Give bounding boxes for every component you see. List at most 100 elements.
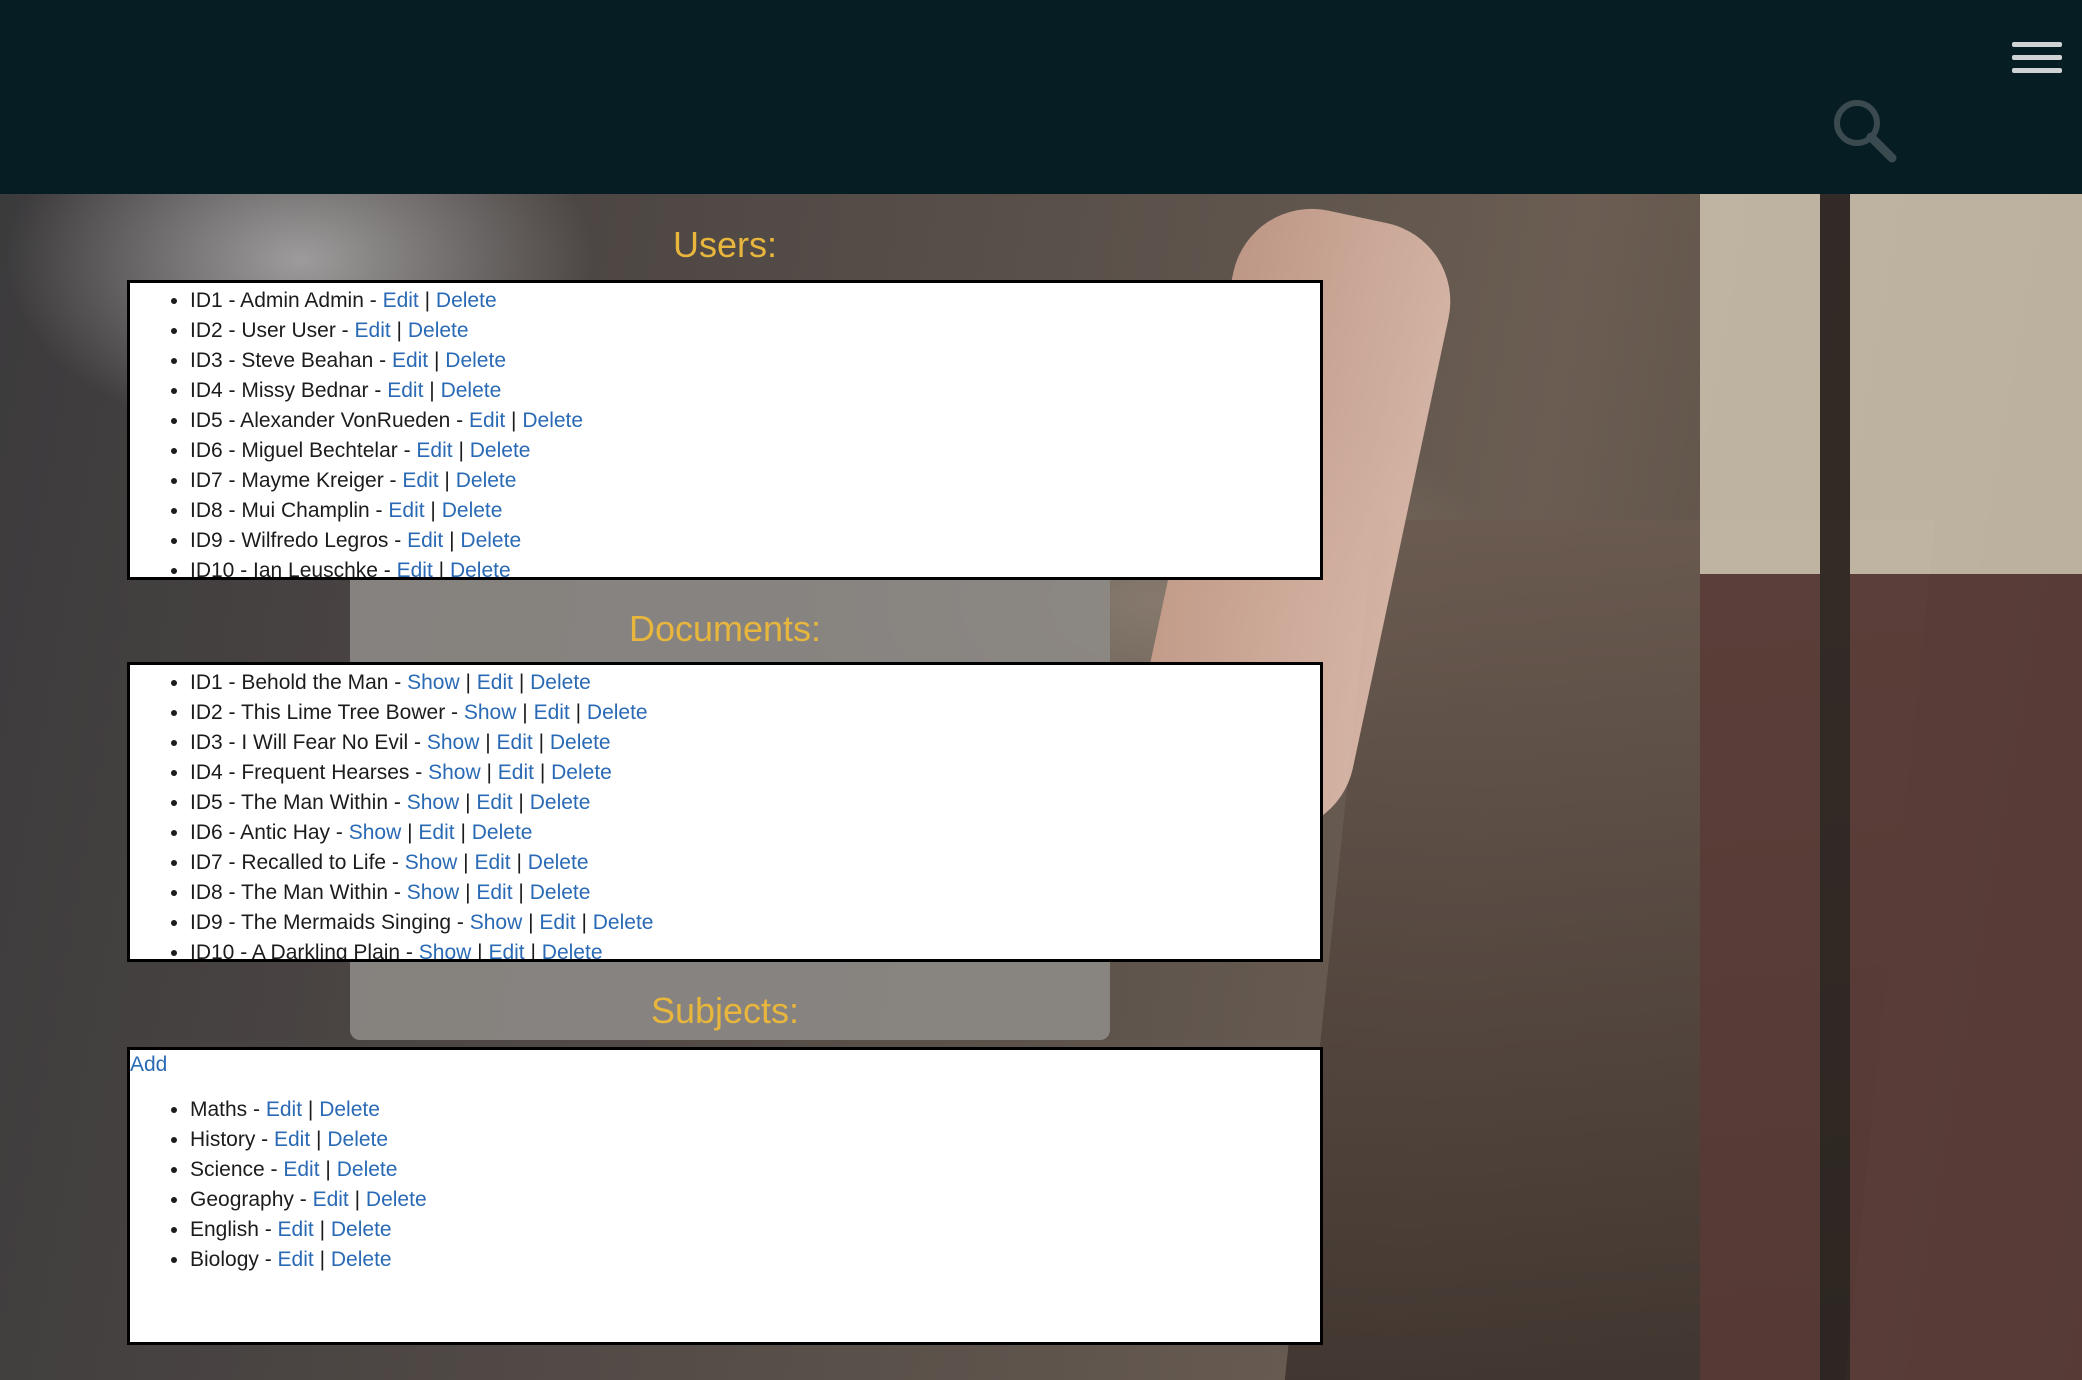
show-link[interactable]: Show xyxy=(349,821,402,844)
search-icon[interactable] xyxy=(1830,96,1900,166)
link-separator: | xyxy=(465,791,471,814)
delete-link[interactable]: Delete xyxy=(587,701,648,724)
link-separator: | xyxy=(530,941,536,962)
edit-link[interactable]: Edit xyxy=(278,1218,314,1241)
edit-link[interactable]: Edit xyxy=(402,469,438,492)
documents-list-item: ID9 - The Mermaids Singing - Show | Edit… xyxy=(190,908,1320,938)
users-item-label: ID4 - Missy Bednar - xyxy=(190,379,388,402)
edit-link[interactable]: Edit xyxy=(418,821,454,844)
show-link[interactable]: Show xyxy=(407,791,460,814)
delete-link[interactable]: Delete xyxy=(319,1098,380,1121)
documents-panel: ID1 - Behold the Man - Show | Edit | Del… xyxy=(127,662,1323,962)
delete-link[interactable]: Delete xyxy=(551,761,612,784)
menu-bar xyxy=(2012,42,2062,47)
subjects-list-item: Geography - Edit | Delete xyxy=(190,1185,1320,1215)
edit-link[interactable]: Edit xyxy=(497,731,533,754)
delete-link[interactable]: Delete xyxy=(327,1128,388,1151)
edit-link[interactable]: Edit xyxy=(274,1128,310,1151)
link-separator: | xyxy=(430,499,436,522)
edit-link[interactable]: Edit xyxy=(397,559,433,577)
delete-link[interactable]: Delete xyxy=(460,529,521,552)
edit-link[interactable]: Edit xyxy=(388,499,424,522)
delete-link[interactable]: Delete xyxy=(522,409,583,432)
edit-link[interactable]: Edit xyxy=(469,409,505,432)
delete-link[interactable]: Delete xyxy=(331,1218,392,1241)
edit-link[interactable]: Edit xyxy=(488,941,524,959)
delete-link[interactable]: Delete xyxy=(366,1188,427,1211)
delete-link[interactable]: Delete xyxy=(542,941,603,959)
show-link[interactable]: Show xyxy=(464,701,517,724)
delete-link[interactable]: Delete xyxy=(408,319,469,342)
link-separator: | xyxy=(518,671,525,694)
hamburger-menu-icon[interactable] xyxy=(2012,42,2062,78)
edit-link[interactable]: Edit xyxy=(355,319,391,342)
delete-link[interactable]: Delete xyxy=(528,851,589,874)
subjects-item-label: Maths - xyxy=(190,1098,266,1121)
link-separator: | xyxy=(485,731,491,754)
edit-link[interactable]: Edit xyxy=(266,1098,302,1121)
documents-list-item: ID5 - The Man Within - Show | Edit | Del… xyxy=(190,788,1320,818)
edit-link[interactable]: Edit xyxy=(498,761,534,784)
edit-link[interactable]: Edit xyxy=(313,1188,349,1211)
users-list-item: ID6 - Miguel Bechtelar - Edit | Delete xyxy=(190,436,1320,466)
edit-link[interactable]: Edit xyxy=(477,671,513,694)
delete-link[interactable]: Delete xyxy=(530,791,591,814)
subjects-panel: Add Maths - Edit | DeleteHistory - Edit … xyxy=(127,1047,1323,1345)
show-link[interactable]: Show xyxy=(419,941,472,959)
link-separator: | xyxy=(465,671,471,694)
edit-link[interactable]: Edit xyxy=(534,701,570,724)
delete-link[interactable]: Delete xyxy=(470,439,531,462)
edit-link[interactable]: Edit xyxy=(476,881,512,904)
subjects-section-title: Subjects: xyxy=(650,990,800,1031)
show-link[interactable]: Show xyxy=(428,761,481,784)
edit-link[interactable]: Edit xyxy=(539,911,575,934)
delete-link[interactable]: Delete xyxy=(436,289,497,312)
subjects-list-item: Biology - Edit | Delete xyxy=(190,1245,1320,1275)
edit-link[interactable]: Edit xyxy=(416,439,452,462)
delete-link[interactable]: Delete xyxy=(331,1248,392,1271)
documents-list-item: ID2 - This Lime Tree Bower - Show | Edit… xyxy=(190,698,1320,728)
users-list-item: ID3 - Steve Beahan - Edit | Delete xyxy=(190,346,1320,376)
users-section-title: Users: xyxy=(672,224,777,265)
background-rug xyxy=(1700,194,2082,1380)
add-subject-link[interactable]: Add xyxy=(130,1050,1320,1080)
link-separator: | xyxy=(463,851,469,874)
users-item-label: ID5 - Alexander VonRueden - xyxy=(190,409,470,432)
edit-link[interactable]: Edit xyxy=(476,791,512,814)
edit-link[interactable]: Edit xyxy=(474,851,510,874)
delete-link[interactable]: Delete xyxy=(472,821,533,844)
delete-link[interactable]: Delete xyxy=(337,1158,398,1181)
delete-link[interactable]: Delete xyxy=(441,379,502,402)
documents-item-label: ID8 - The Man Within - xyxy=(190,881,407,904)
link-separator: | xyxy=(396,319,403,342)
show-link[interactable]: Show xyxy=(405,851,458,874)
link-separator: | xyxy=(319,1218,326,1241)
show-link[interactable]: Show xyxy=(407,671,460,694)
edit-link[interactable]: Edit xyxy=(278,1248,314,1271)
delete-link[interactable]: Delete xyxy=(450,559,511,577)
users-item-label: ID8 - Mui Champlin - xyxy=(190,499,389,522)
show-link[interactable]: Show xyxy=(470,911,523,934)
link-separator: | xyxy=(316,1128,322,1151)
documents-list-item: ID8 - The Man Within - Show | Edit | Del… xyxy=(190,878,1320,908)
delete-link[interactable]: Delete xyxy=(445,349,506,372)
show-link[interactable]: Show xyxy=(407,881,460,904)
documents-item-label: ID9 - The Mermaids Singing - xyxy=(190,911,470,934)
delete-link[interactable]: Delete xyxy=(530,671,591,694)
subjects-list-item: Maths - Edit | Delete xyxy=(190,1095,1320,1125)
edit-link[interactable]: Edit xyxy=(283,1158,319,1181)
edit-link[interactable]: Edit xyxy=(407,529,443,552)
delete-link[interactable]: Delete xyxy=(550,731,611,754)
show-link[interactable]: Show xyxy=(427,731,480,754)
delete-link[interactable]: Delete xyxy=(442,499,503,522)
edit-link[interactable]: Edit xyxy=(387,379,423,402)
delete-link[interactable]: Delete xyxy=(456,469,517,492)
link-separator: | xyxy=(354,1188,361,1211)
delete-link[interactable]: Delete xyxy=(593,911,654,934)
link-separator: | xyxy=(433,349,440,372)
users-list: ID1 - Admin Admin - Edit | DeleteID2 - U… xyxy=(130,286,1320,577)
menu-bar xyxy=(2012,68,2062,73)
edit-link[interactable]: Edit xyxy=(392,349,428,372)
edit-link[interactable]: Edit xyxy=(383,289,419,312)
delete-link[interactable]: Delete xyxy=(530,881,591,904)
